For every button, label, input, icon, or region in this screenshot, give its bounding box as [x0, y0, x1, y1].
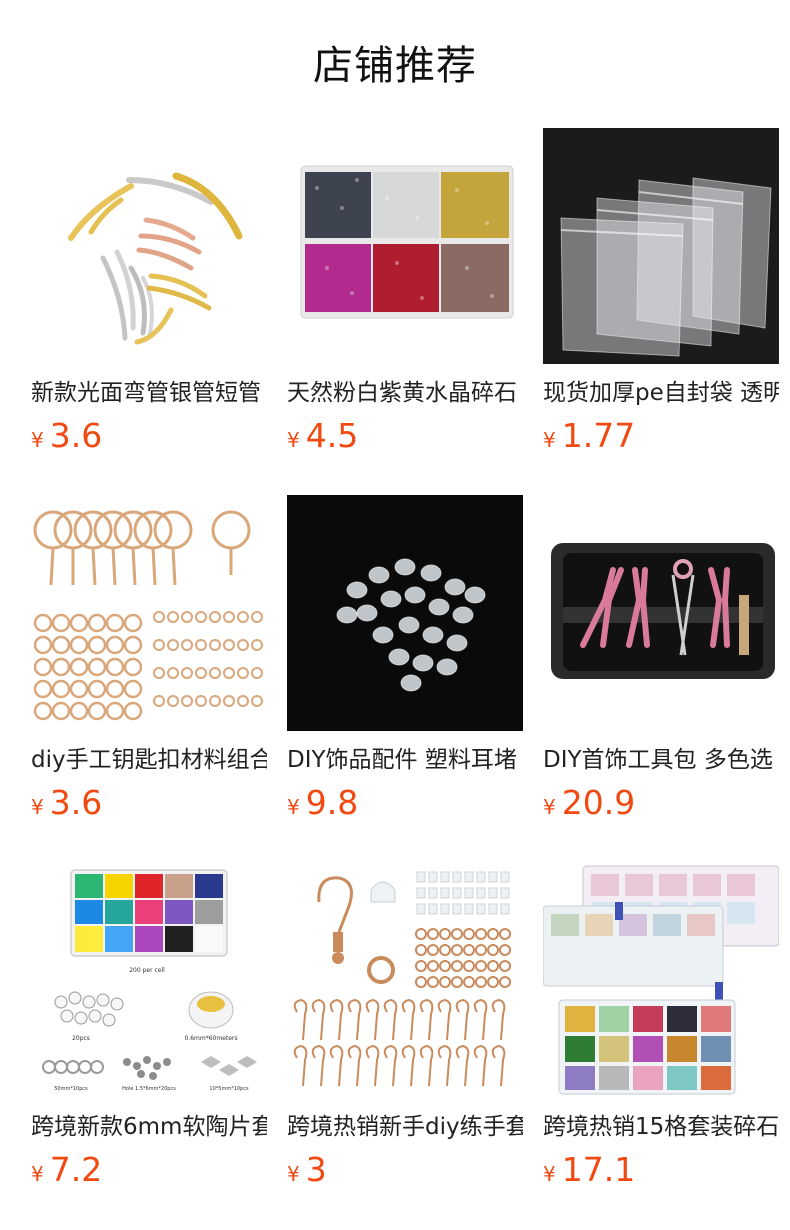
currency-symbol: ¥	[31, 1162, 44, 1186]
product-image-keyring-set[interactable]	[31, 495, 267, 731]
price-amount: 1.77	[561, 416, 636, 455]
product-image-tool-kit[interactable]	[543, 495, 779, 731]
image-caption-letters: 20pcs	[72, 1035, 90, 1042]
price-amount: 7.2	[49, 1150, 103, 1189]
currency-symbol: ¥	[287, 1162, 300, 1186]
product-name[interactable]: 跨境热销新手diy练手套装	[287, 1110, 523, 1144]
product-name[interactable]: 跨境热销15格套装碎石	[543, 1110, 779, 1144]
image-caption-hole: Hole 1.5*6mm*20pcs	[122, 1086, 176, 1092]
product-card[interactable]: 天然粉白紫黄水晶碎石 ¥4.5	[287, 128, 523, 458]
product-name[interactable]: DIY饰品配件 塑料耳堵	[287, 743, 523, 777]
product-price: ¥17.1	[543, 1150, 635, 1190]
product-name[interactable]: 天然粉白紫黄水晶碎石	[287, 376, 523, 410]
product-name[interactable]: 现货加厚pe自封袋 透明	[543, 376, 779, 410]
product-image-earring-hook-kit[interactable]	[287, 862, 523, 1098]
price-amount: 3	[305, 1150, 327, 1189]
product-price: ¥1.77	[543, 416, 635, 456]
price-amount: 3.6	[49, 783, 103, 822]
currency-symbol: ¥	[543, 795, 556, 819]
price-amount: 20.9	[561, 783, 636, 822]
image-caption-clasps: 10*5mm*10pcs	[209, 1086, 249, 1092]
price-amount: 4.5	[305, 416, 359, 455]
image-caption-rings: 50mm*10pcs	[54, 1086, 88, 1092]
product-image-gravel-boxes[interactable]	[543, 862, 779, 1098]
product-price: ¥3	[287, 1150, 327, 1190]
image-caption-cord: 0.6mm*60meters	[184, 1035, 237, 1042]
price-amount: 9.8	[305, 783, 359, 822]
product-image-earring-backs[interactable]	[287, 495, 523, 731]
product-name[interactable]: 新款光面弯管银管短管	[31, 376, 267, 410]
currency-symbol: ¥	[543, 428, 556, 452]
product-price: ¥9.8	[287, 783, 358, 823]
product-card[interactable]: 跨境热销新手diy练手套装 ¥3	[287, 862, 523, 1192]
currency-symbol: ¥	[31, 428, 44, 452]
product-image-clay-bead-kit[interactable]: 200 per cell 20pcs 0.6mm*60meters 50mm*1…	[31, 862, 267, 1098]
price-amount: 3.6	[49, 416, 103, 455]
product-image-ziplock-bags[interactable]	[543, 128, 779, 364]
currency-symbol: ¥	[31, 795, 44, 819]
product-name[interactable]: DIY首饰工具包 多色选	[543, 743, 779, 777]
currency-symbol: ¥	[287, 428, 300, 452]
image-caption-cell: 200 per cell	[129, 967, 165, 974]
page-title: 店铺推荐	[313, 43, 477, 89]
product-name[interactable]: 跨境新款6mm软陶片套装	[31, 1110, 267, 1144]
product-price: ¥20.9	[543, 783, 635, 823]
product-price: ¥4.5	[287, 416, 358, 456]
product-image-crystal-chips[interactable]	[287, 128, 523, 364]
product-name[interactable]: diy手工钥匙扣材料组合	[31, 743, 267, 777]
product-card[interactable]: 现货加厚pe自封袋 透明 ¥1.77	[543, 128, 779, 458]
product-card[interactable]: 200 per cell 20pcs 0.6mm*60meters 50mm*1…	[31, 862, 267, 1192]
currency-symbol: ¥	[287, 795, 300, 819]
currency-symbol: ¥	[543, 1162, 556, 1186]
product-card[interactable]: diy手工钥匙扣材料组合 ¥3.6	[31, 495, 267, 825]
product-card[interactable]: DIY饰品配件 塑料耳堵 ¥9.8	[287, 495, 523, 825]
product-price: ¥3.6	[31, 416, 102, 456]
price-amount: 17.1	[561, 1150, 636, 1189]
product-card[interactable]: 新款光面弯管银管短管 ¥3.6	[31, 128, 267, 458]
product-price: ¥3.6	[31, 783, 102, 823]
product-card[interactable]: 跨境热销15格套装碎石 ¥17.1	[543, 862, 779, 1192]
product-price: ¥7.2	[31, 1150, 102, 1190]
product-card[interactable]: DIY首饰工具包 多色选 ¥20.9	[543, 495, 779, 825]
product-image-curved-tubes[interactable]	[31, 128, 267, 364]
